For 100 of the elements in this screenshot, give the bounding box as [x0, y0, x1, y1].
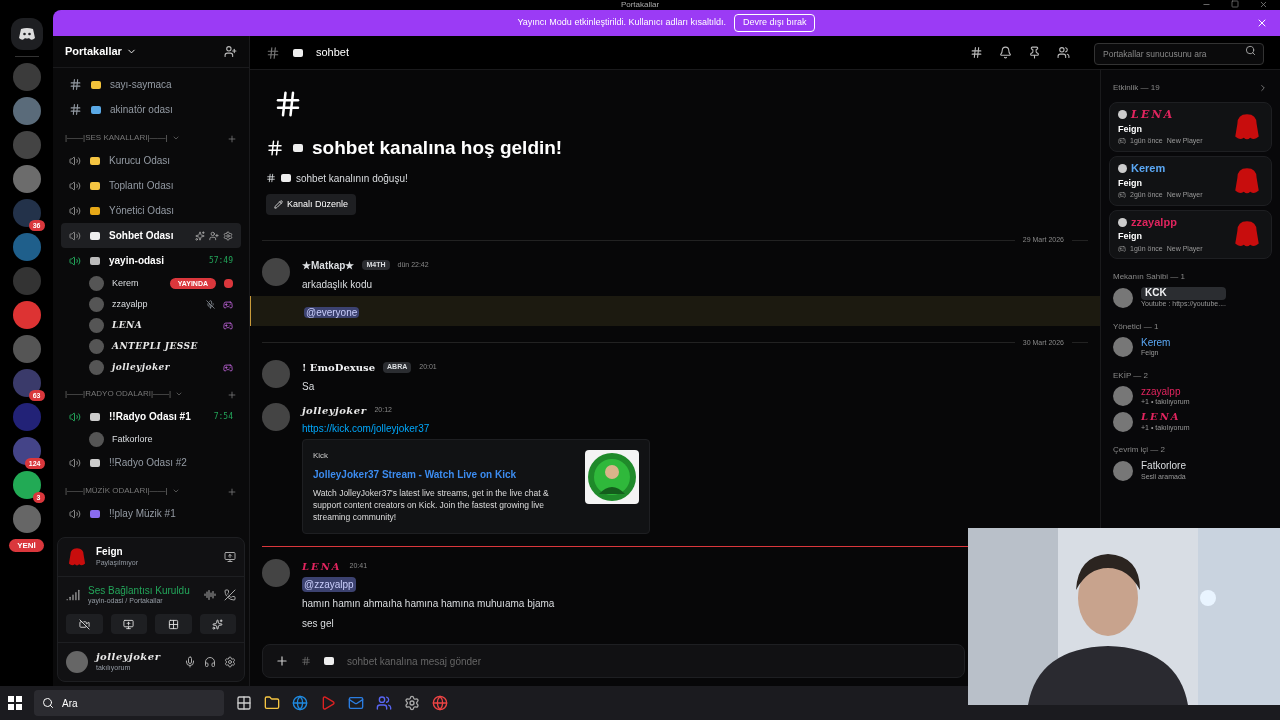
- add-channel-icon[interactable]: [227, 390, 237, 400]
- server-icon[interactable]: [12, 437, 41, 465]
- embed-description: Watch JolleyJoker37's latest live streams, get in the live chat & support content creators on Kick. Join the fastest growing live streaming community!: [313, 487, 550, 523]
- emoji-icon: [89, 229, 101, 242]
- disable-button[interactable]: Devre dışı bırak: [733, 14, 816, 32]
- server-icon[interactable]: [12, 199, 41, 227]
- section-title: Yönetici — 1: [1112, 320, 1160, 333]
- settings-icon[interactable]: [223, 230, 233, 241]
- emoji-icon: [89, 154, 101, 167]
- message-composer[interactable]: sohbet kanalına mesaj gönder: [262, 644, 965, 678]
- voice-channel[interactable]: Sohbet Odası: [61, 223, 241, 248]
- voice-channel[interactable]: yayin-odasi 57:49: [61, 248, 241, 273]
- mention[interactable]: @everyone: [304, 306, 360, 318]
- pin-icon[interactable]: [1028, 46, 1041, 59]
- message-text: ses gel: [302, 617, 335, 631]
- voice-channel[interactable]: !!Radyo Odası #2: [61, 450, 241, 475]
- add-channel-icon[interactable]: [227, 487, 237, 497]
- server-name[interactable]: Portakallar: [65, 43, 137, 60]
- voice-channel[interactable]: !!play Müzik #1: [61, 501, 241, 526]
- voice-user[interactable]: ANTEPLI JESSE: [61, 336, 241, 357]
- emoji-icon: [292, 142, 304, 155]
- members-icon[interactable]: [1057, 46, 1070, 59]
- voice-action-button[interactable]: [155, 614, 192, 634]
- voice-user[interactable]: LENA: [61, 315, 241, 336]
- search-icon: [42, 697, 54, 709]
- text-channel[interactable]: sayı-saymaca: [61, 72, 241, 97]
- server-icon[interactable]: [12, 369, 41, 397]
- hash-icon: [301, 656, 311, 666]
- message-text: arkadaşlık kodu: [302, 277, 374, 292]
- disconnect-icon[interactable]: [224, 589, 236, 602]
- avatar: [89, 339, 104, 354]
- microphone-icon[interactable]: [184, 656, 196, 668]
- chevron-icon: [171, 134, 180, 142]
- chevron-icon: [175, 390, 184, 398]
- category-name[interactable]: |——|RADYO ODALARI|——|: [65, 388, 172, 400]
- chevron-icon[interactable]: [1258, 83, 1268, 93]
- text-channel[interactable]: akinatör odası: [61, 97, 241, 122]
- voice-user[interactable]: Fatkorlore: [61, 429, 241, 450]
- voice-action-button[interactable]: [199, 614, 236, 634]
- avatar: [1118, 110, 1127, 120]
- discord-home-button[interactable]: [10, 18, 43, 50]
- invite-icon[interactable]: [224, 45, 237, 58]
- voice-channel[interactable]: !!Radyo Odası #1 7:54: [61, 404, 241, 429]
- voice-channel[interactable]: Toplantı Odası: [61, 173, 241, 198]
- screen-share-icon[interactable]: [224, 550, 236, 563]
- taskbar-icon[interactable]: [292, 695, 308, 711]
- avatar: [1113, 337, 1133, 358]
- windows-start-icon[interactable]: [8, 696, 22, 710]
- headphones-icon[interactable]: [204, 656, 216, 668]
- game-icon: [66, 545, 88, 568]
- connection-status: Ses Bağlantısı Kuruldu: [88, 584, 191, 598]
- server-icon[interactable]: [12, 471, 41, 499]
- voice-channel[interactable]: Kurucu Odası: [61, 148, 241, 173]
- category-name[interactable]: |——|SES KANALLARI|——|: [65, 132, 168, 144]
- close-icon[interactable]: [1259, 0, 1268, 9]
- search-field[interactable]: Portakallar sunucusunu ara: [1094, 43, 1264, 65]
- voice-user[interactable]: zzayalpp: [61, 294, 241, 315]
- search-field[interactable]: Ara: [34, 690, 224, 716]
- voice-channel[interactable]: Yönetici Odası: [61, 198, 241, 223]
- edit-channel-button[interactable]: Kanalı Düzenle: [266, 193, 357, 215]
- taskbar-icon[interactable]: [404, 695, 420, 711]
- close-icon[interactable]: [1256, 17, 1268, 29]
- hash-icon: [266, 139, 284, 158]
- activities-icon: [167, 618, 179, 630]
- taskbar-icon[interactable]: [236, 695, 252, 711]
- mention[interactable]: @zzayalpp: [302, 577, 356, 592]
- voice-action-button[interactable]: [66, 614, 103, 634]
- voice-timer: 7:54: [213, 410, 233, 423]
- noise-icon[interactable]: [204, 589, 216, 602]
- username: Fatkorlore: [1141, 460, 1186, 473]
- username: Kerem: [1141, 336, 1171, 349]
- channel-name: Toplantı Odası: [109, 179, 175, 193]
- link[interactable]: https://kick.com/jolleyjoker37: [302, 421, 1088, 436]
- voice-user[interactable]: jolleyjoker: [61, 357, 241, 378]
- channel-name: !!Radyo Odası #1: [109, 410, 192, 424]
- taskbar-icon[interactable]: [432, 695, 448, 711]
- category-name[interactable]: |——|MÜZİK ODALARI|——|: [65, 485, 168, 497]
- settings-icon[interactable]: [224, 656, 236, 668]
- invite-icon[interactable]: [209, 230, 219, 241]
- stream-icon: [224, 279, 233, 288]
- message-text: Sa: [302, 380, 316, 394]
- avatar: [1113, 411, 1133, 432]
- emoji-icon: [89, 254, 101, 267]
- game-name: Feign: [1118, 177, 1143, 189]
- message-text: hamın hamın ahmaıha hamına hamına muhuıama bjama: [302, 597, 556, 611]
- attach-icon[interactable]: [275, 654, 289, 668]
- voice-timer: 57:49: [208, 254, 233, 267]
- hash-icon: [266, 45, 280, 60]
- section-title: Çevrim içi — 2: [1112, 444, 1166, 457]
- username: jolleyjoker: [96, 651, 162, 664]
- add-channel-icon[interactable]: [227, 134, 237, 144]
- taskbar-icon[interactable]: [264, 695, 280, 711]
- bell-icon[interactable]: [999, 46, 1012, 59]
- username: LENA: [112, 318, 144, 332]
- message-input-field[interactable]: sohbet kanalına mesaj gönder: [347, 653, 952, 669]
- avatar: [89, 276, 104, 291]
- avatar: [89, 432, 104, 447]
- embed-title[interactable]: JolleyJoker37 Stream - Watch Live on Kick: [313, 467, 573, 482]
- voice-action-button[interactable]: [110, 614, 147, 634]
- avatar: [89, 318, 104, 333]
